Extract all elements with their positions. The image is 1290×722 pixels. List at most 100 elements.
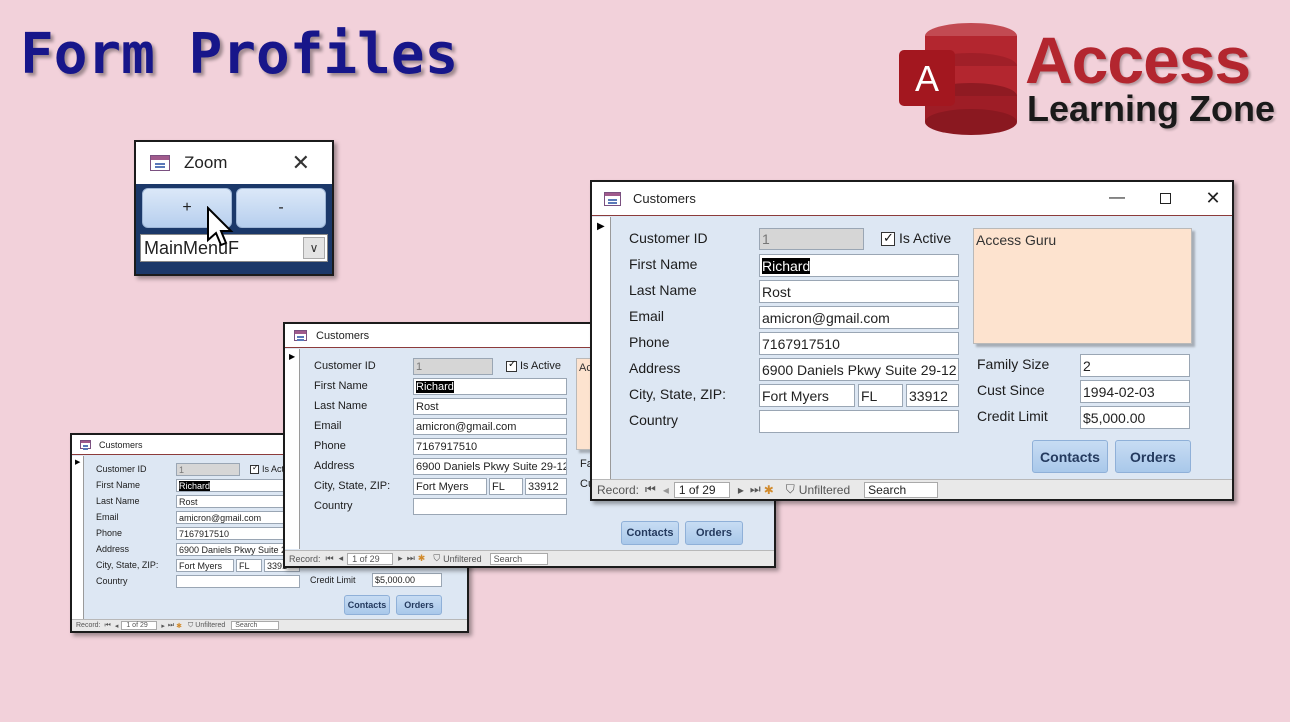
next-record-icon[interactable]: ▸ <box>161 622 165 630</box>
filter-icon[interactable]: ⛉ <box>433 553 440 564</box>
search-box[interactable]: Search <box>489 552 548 565</box>
notes-memo[interactable]: Access Guru <box>973 228 1192 344</box>
search-box[interactable]: Search <box>864 481 939 498</box>
last-name-field[interactable]: Rost <box>176 495 300 508</box>
orders-button[interactable]: Orders <box>685 521 743 545</box>
email-field[interactable]: amicron@gmail.com <box>176 511 300 524</box>
email-field[interactable]: amicron@gmail.com <box>759 306 959 329</box>
first-name-value: Richard <box>416 380 454 393</box>
cust-since-field[interactable]: 1994-02-03 <box>1080 380 1190 403</box>
email-field[interactable]: amicron@gmail.com <box>413 418 567 435</box>
page-title: Form Profiles <box>20 22 459 87</box>
next-record-icon[interactable]: ▸ <box>398 553 403 564</box>
prev-record-icon[interactable]: ◂ <box>663 483 669 497</box>
filter-status[interactable]: Unfiltered <box>443 554 482 564</box>
form-icon <box>604 191 621 206</box>
address-field[interactable]: 6900 Daniels Pkwy Suite 29-12 <box>759 358 959 381</box>
record-position-field[interactable]: 1 of 29 <box>347 552 394 565</box>
last-record-icon[interactable]: ⏭ <box>168 622 174 630</box>
label-address: Address <box>629 360 681 376</box>
next-record-icon[interactable]: ▸ <box>738 483 744 497</box>
family-size-field[interactable]: 2 <box>1080 354 1190 377</box>
state-field[interactable]: FL <box>489 478 523 495</box>
label-last-name: Last Name <box>96 496 140 506</box>
phone-field[interactable]: 7167917510 <box>413 438 567 455</box>
filter-icon[interactable]: ⛉ <box>188 622 193 630</box>
close-icon[interactable]: ✕ <box>292 150 310 176</box>
first-record-icon[interactable]: ⏮ <box>326 553 334 564</box>
zoom-out-button[interactable]: - <box>236 188 326 228</box>
minimize-icon[interactable]: — <box>1102 182 1132 214</box>
zip-field[interactable]: 33912 <box>906 384 959 407</box>
state-field[interactable]: FL <box>236 559 262 572</box>
access-logo-icon: A <box>899 23 1017 135</box>
zoom-window: Zoom ✕ + - MainMenuF ∨ <box>134 140 334 276</box>
filter-status[interactable]: Unfiltered <box>799 483 850 497</box>
record-selector[interactable]: ▶ <box>592 217 611 481</box>
form-icon <box>150 155 170 171</box>
label-is-active: Is Active <box>520 360 561 372</box>
filter-icon[interactable]: ⛉ <box>786 482 795 497</box>
credit-limit-field[interactable]: $5,000.00 <box>372 573 442 587</box>
label-first-name: First Name <box>629 256 698 272</box>
record-selector[interactable]: ▶ <box>285 349 300 549</box>
customer-id-field[interactable]: 1 <box>759 228 864 250</box>
country-field[interactable] <box>759 410 959 433</box>
country-field[interactable] <box>176 575 300 588</box>
address-field[interactable]: 6900 Daniels Pkwy Suite 29-12 <box>176 543 300 556</box>
city-field[interactable]: Fort Myers <box>176 559 234 572</box>
chevron-down-icon[interactable]: ∨ <box>303 237 325 259</box>
state-field[interactable]: FL <box>858 384 903 407</box>
zoom-title: Zoom <box>184 153 228 172</box>
logo-text-learning-zone: Learning Zone <box>1027 88 1276 129</box>
country-field[interactable] <box>413 498 567 515</box>
label-address: Address <box>314 460 355 472</box>
city-field[interactable]: Fort Myers <box>413 478 487 495</box>
phone-field[interactable]: 7167917510 <box>759 332 959 355</box>
filter-status[interactable]: Unfiltered <box>195 622 225 629</box>
record-label: Record: <box>289 553 321 564</box>
maximize-icon[interactable] <box>1150 182 1180 214</box>
prev-record-icon[interactable]: ◂ <box>339 553 344 564</box>
first-record-icon[interactable]: ⏮ <box>645 482 656 497</box>
contacts-button[interactable]: Contacts <box>344 595 390 615</box>
customer-id-field[interactable]: 1 <box>413 358 493 375</box>
is-active-checkbox[interactable] <box>250 463 259 474</box>
is-active-checkbox[interactable] <box>881 230 895 246</box>
last-name-field[interactable]: Rost <box>759 280 959 303</box>
label-city-state-zip: City, State, ZIP: <box>96 560 159 570</box>
prev-record-icon[interactable]: ◂ <box>115 622 119 630</box>
first-name-field[interactable]: Richard <box>413 378 567 395</box>
record-position-field[interactable]: 1 of 29 <box>121 621 158 630</box>
first-record-icon[interactable]: ⏮ <box>105 622 111 630</box>
new-record-icon[interactable]: ✱ <box>764 483 774 497</box>
last-record-icon[interactable]: ⏭ <box>750 482 761 497</box>
record-position-field[interactable]: 1 of 29 <box>673 481 730 498</box>
close-icon[interactable]: ✕ <box>1198 182 1228 214</box>
address-field[interactable]: 6900 Daniels Pkwy Suite 29-12 <box>413 458 567 475</box>
first-name-field[interactable]: Richard <box>176 479 300 492</box>
city-field[interactable]: Fort Myers <box>759 384 855 407</box>
new-record-icon[interactable]: ✱ <box>176 622 182 630</box>
zip-field[interactable]: 33912 <box>525 478 567 495</box>
last-name-field[interactable]: Rost <box>413 398 567 415</box>
label-first-name: First Name <box>314 380 368 392</box>
is-active-checkbox[interactable] <box>506 359 517 372</box>
label-customer-id: Customer ID <box>96 464 147 474</box>
record-selector[interactable]: ▶ <box>72 456 84 620</box>
form-select-combo[interactable]: MainMenuF ∨ <box>140 234 328 262</box>
customer-id-field[interactable]: 1 <box>176 463 240 476</box>
credit-limit-field[interactable]: $5,000.00 <box>1080 406 1190 429</box>
orders-button[interactable]: Orders <box>1115 440 1191 473</box>
last-record-icon[interactable]: ⏭ <box>407 553 415 564</box>
orders-button[interactable]: Orders <box>396 595 442 615</box>
mouse-cursor-icon <box>207 206 234 247</box>
first-name-field[interactable]: Richard <box>759 254 959 277</box>
contacts-button[interactable]: Contacts <box>1032 440 1108 473</box>
search-box[interactable]: Search <box>231 621 280 630</box>
label-city-state-zip: City, State, ZIP: <box>629 386 726 402</box>
phone-field[interactable]: 7167917510 <box>176 527 300 540</box>
new-record-icon[interactable]: ✱ <box>418 553 426 564</box>
contacts-button[interactable]: Contacts <box>621 521 679 545</box>
form-icon <box>294 330 307 341</box>
